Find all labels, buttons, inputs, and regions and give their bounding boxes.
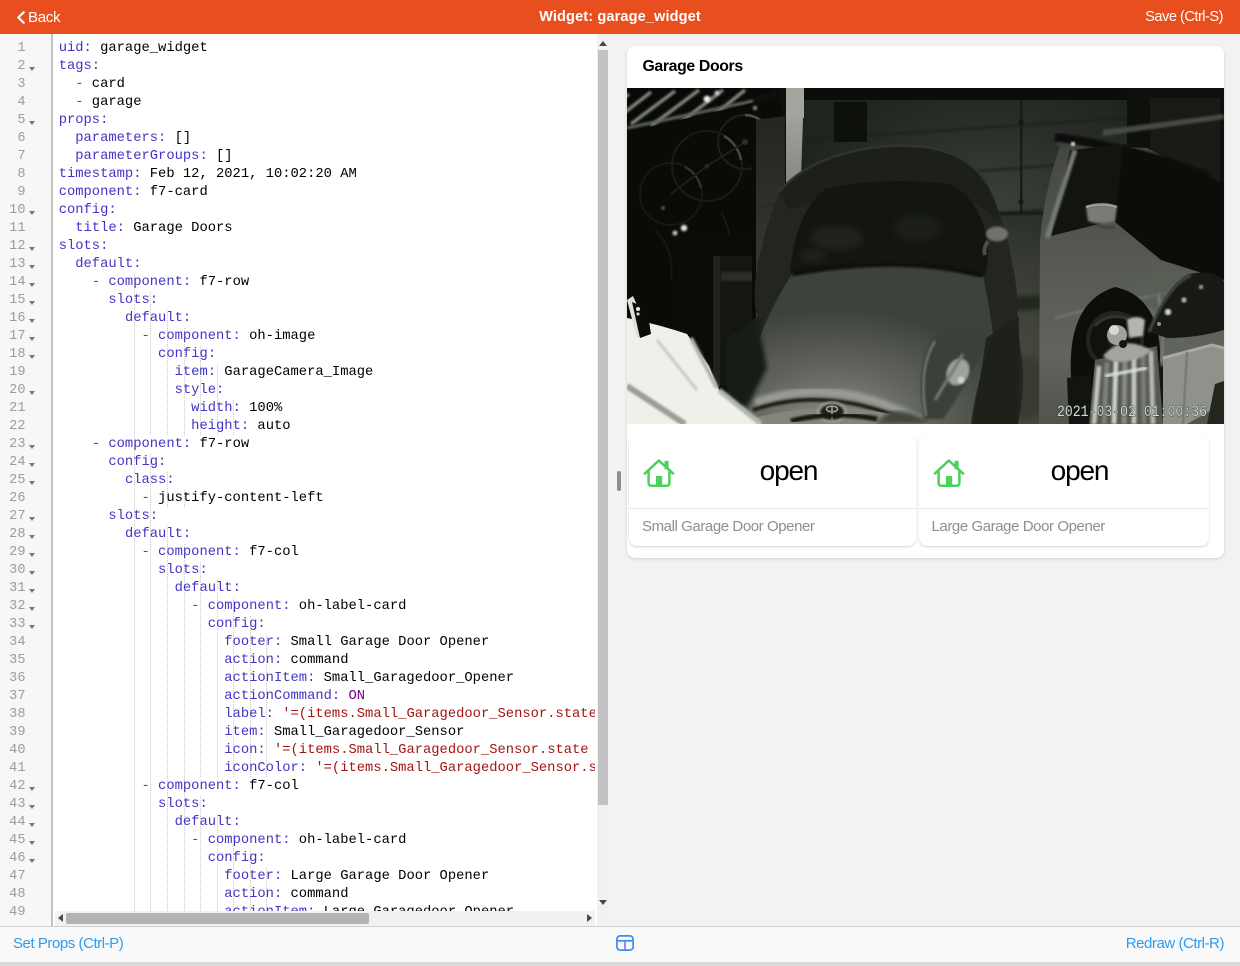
svg-text:2021-03-02 01:00:36: 2021-03-02 01:00:36 xyxy=(1057,403,1207,421)
